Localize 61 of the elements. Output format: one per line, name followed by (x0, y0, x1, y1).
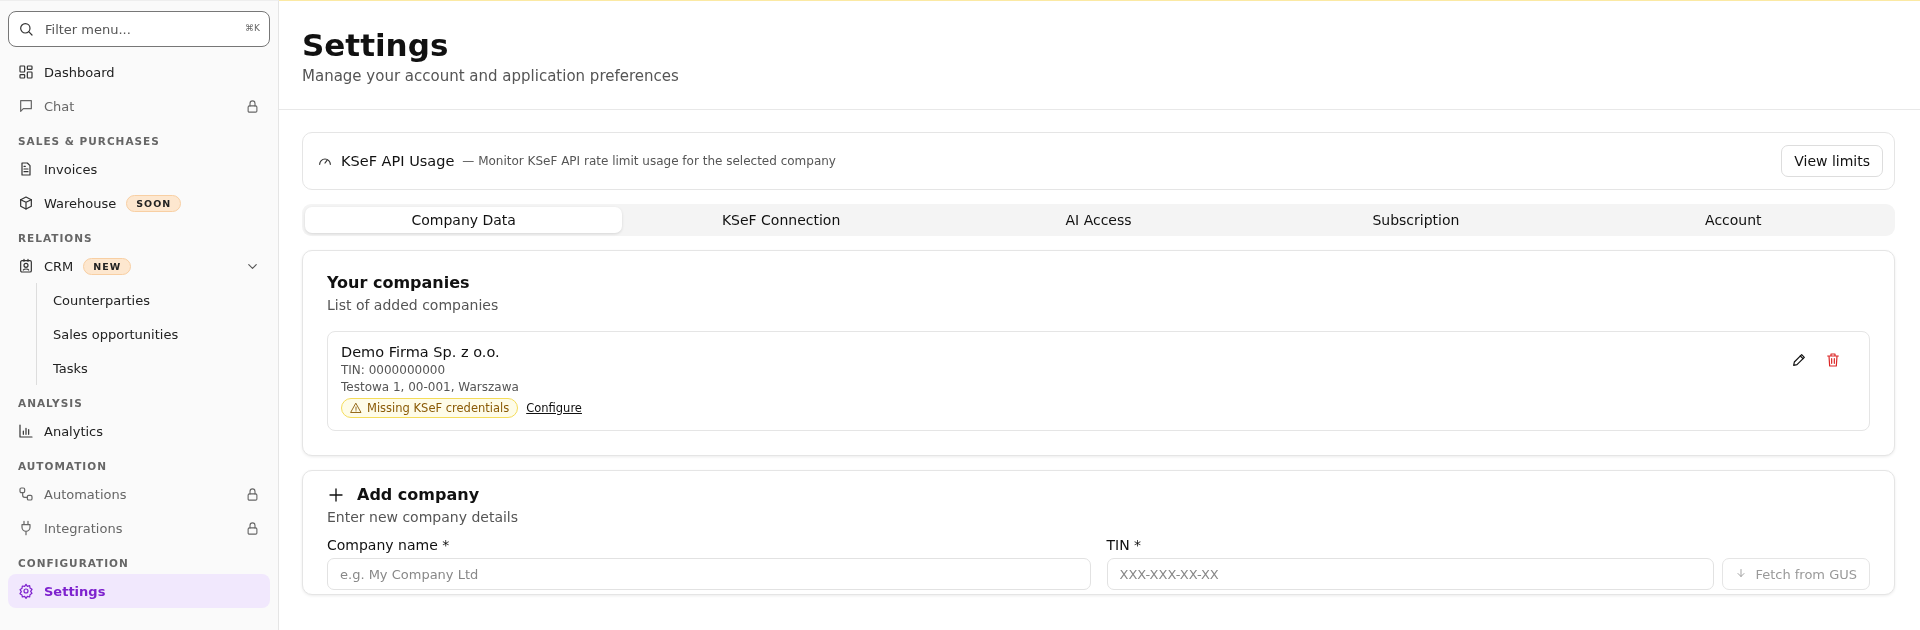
card-subtitle: List of added companies (327, 297, 500, 313)
lock-icon (245, 520, 260, 536)
nav-item[interactable]: CRM NEW (8, 249, 270, 283)
nav-item[interactable]: Integrations (8, 511, 270, 545)
nav-item[interactable]: Invoices (8, 152, 270, 186)
company-tin: TIN: 0000000000 (341, 363, 447, 377)
tab[interactable]: Company Data (305, 207, 623, 233)
tab[interactable]: Subscription (1257, 207, 1575, 233)
nav-subitem[interactable]: Counterparties (37, 283, 270, 317)
trash-icon[interactable] (1825, 352, 1841, 368)
field-label: Company name * (327, 537, 451, 553)
workflow-icon (18, 486, 34, 502)
plug-icon (18, 520, 34, 536)
search-icon (18, 21, 34, 37)
settings-icon (18, 583, 34, 599)
company-name: Demo Firma Sp. z o.o. (341, 344, 501, 360)
nav-item[interactable]: Settings (8, 574, 270, 608)
company-address: Testowa 1, 00-001, Warszawa (341, 380, 520, 394)
section-heading: ANALYSIS (17, 396, 84, 411)
nav-item[interactable]: Automations (8, 477, 270, 511)
usage-description: — Monitor KSeF API rate limit usage for the selected company (462, 154, 836, 168)
text-field[interactable]: XXX-XXX-XX-XX (1106, 558, 1715, 590)
bar-chart-icon (18, 423, 34, 439)
nav-item[interactable]: Analytics (8, 414, 270, 448)
view-limits-button[interactable]: View limits (1781, 145, 1883, 177)
field-label: TIN * (1106, 537, 1143, 553)
box-icon (18, 195, 34, 211)
contact-icon (18, 258, 34, 274)
status-badge: SOON (126, 194, 182, 212)
section-heading: CONFIGURATION (17, 556, 130, 571)
section-heading: SALES & PURCHASES (17, 134, 161, 149)
warning-icon (350, 402, 362, 414)
chat-icon (18, 98, 34, 114)
tab[interactable]: Account (1574, 207, 1893, 233)
usage-title: KSeF API Usage (341, 153, 455, 169)
text-field[interactable]: e.g. My Company Ltd (327, 558, 1091, 590)
nav-item[interactable]: Warehouse SOON (8, 186, 270, 220)
nav-item[interactable]: Dashboard (8, 55, 270, 89)
card-title: Add company (357, 485, 480, 504)
status-badge: NEW (83, 257, 132, 275)
tab[interactable]: KSeF Connection (622, 207, 940, 233)
section-heading: RELATIONS (17, 231, 94, 246)
card-title: Your companies (327, 273, 471, 292)
section-heading: AUTOMATION (17, 459, 108, 474)
nav-subitem[interactable]: Sales opportunities (37, 317, 270, 351)
pencil-icon[interactable] (1791, 352, 1807, 368)
nav-item[interactable]: Chat (8, 89, 270, 123)
nav-subitem[interactable]: Tasks (37, 351, 270, 385)
download-icon (1735, 568, 1748, 580)
lock-icon (245, 98, 260, 114)
shortcut-hint: ⌘K (245, 23, 260, 33)
lock-icon (245, 486, 260, 502)
tab[interactable]: AI Access (939, 207, 1258, 233)
warning-text: Missing KSeF credentials (367, 401, 510, 415)
card-subtitle: Enter new company details (327, 509, 520, 525)
page-title: Settings (302, 27, 450, 63)
plus-icon (327, 485, 345, 504)
grid-icon (18, 64, 34, 80)
configure-link[interactable]: Configure (526, 401, 582, 415)
document-icon (18, 161, 34, 177)
page-subtitle: Manage your account and application preferences (302, 67, 680, 85)
